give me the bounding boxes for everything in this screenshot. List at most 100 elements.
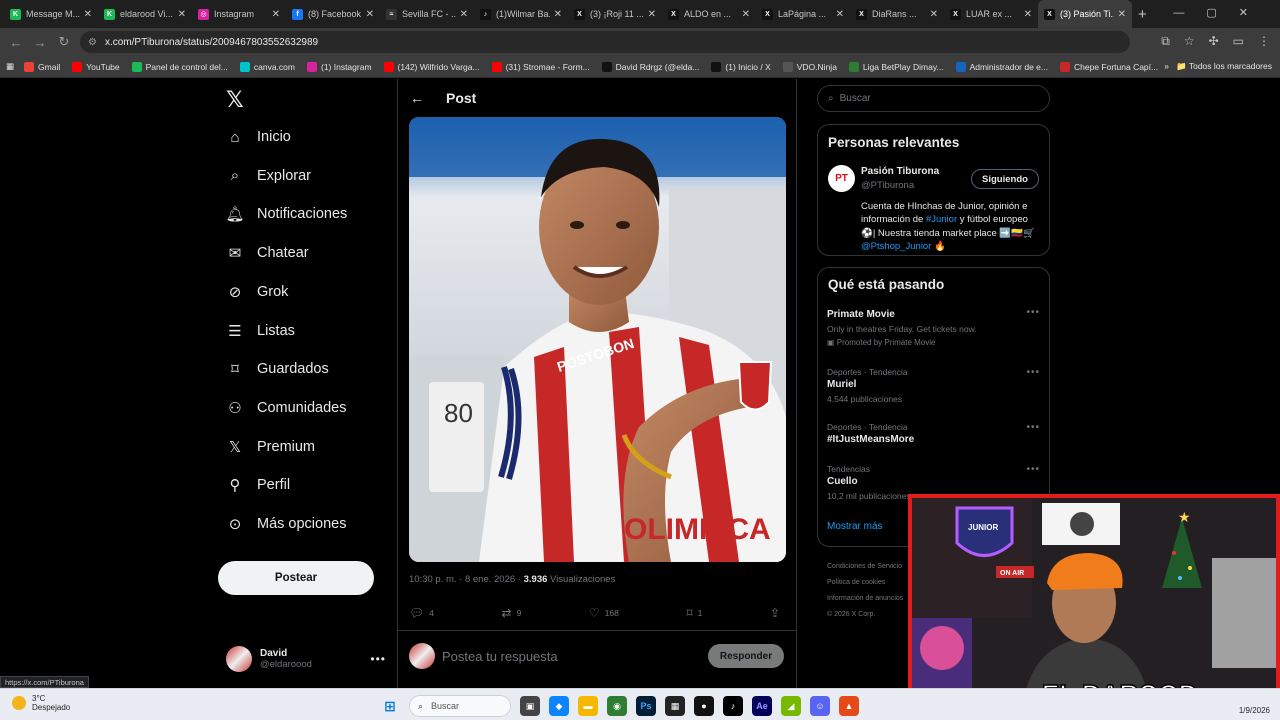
browser-tab[interactable]: ◎ Instagram ✕	[192, 0, 286, 28]
install-icon[interactable]: ⧉	[1161, 34, 1170, 49]
mention-link[interactable]: @Ptshop_Junior	[861, 241, 931, 252]
trend-item[interactable]: Deportes · Tendencia Muriel 4.544 publicac…	[827, 367, 1040, 404]
browser-tab[interactable]: X (3) Pasión Ti... ✕	[1038, 0, 1132, 28]
reload-icon[interactable]: ↻	[52, 34, 76, 50]
nav-item-notificaciones[interactable]: 🔔︎ Notificaciones	[225, 205, 347, 223]
nav-item-premium[interactable]: 𝕏 Premium	[226, 438, 315, 456]
weather-widget[interactable]: 3°C Despejado	[12, 694, 70, 712]
browser-tab[interactable]: X LaPágina ... ✕	[756, 0, 850, 28]
close-icon[interactable]: ✕	[1024, 9, 1032, 20]
after-effects-icon[interactable]: Ae	[752, 696, 772, 716]
apps-icon[interactable]: ▦	[6, 61, 14, 72]
nav-item-explorar[interactable]: ⌕ Explorar	[226, 167, 311, 185]
trend-item[interactable]: Primate Movie Only in theatres Friday. Ge…	[827, 307, 1040, 347]
browser-tab[interactable]: ♪ (1)Wilmar Ba... ✕	[474, 0, 568, 28]
post-image[interactable]: 80 OLIMPICA POSTOBON	[409, 117, 786, 562]
account-switcher[interactable]: David @eldaroood •••	[226, 644, 386, 674]
tiktok-icon[interactable]: ♪	[723, 696, 743, 716]
close-icon[interactable]: ✕	[460, 9, 468, 20]
hashtag-link[interactable]: #Junior	[926, 214, 957, 225]
star-icon[interactable]: ☆	[1184, 34, 1195, 49]
x-logo-icon[interactable]: 𝕏	[226, 87, 244, 113]
browser-tab[interactable]: X LUAR ex ... ✕	[944, 0, 1038, 28]
start-icon[interactable]: ⊞	[380, 696, 400, 716]
copilot-icon[interactable]: ◆	[549, 696, 569, 716]
close-icon[interactable]: ✕	[648, 9, 656, 20]
avatar[interactable]: PT	[828, 165, 855, 192]
more-icon[interactable]: •••	[370, 652, 386, 666]
bookmark-item[interactable]: Liga BetPlay Dimay...	[848, 61, 944, 72]
all-bookmarks[interactable]: » 📁 Todos los marcadores	[1164, 61, 1272, 72]
browser-tab[interactable]: K Message M... ✕	[4, 0, 98, 28]
relevant-name[interactable]: Pasión Tiburona	[861, 166, 939, 177]
bookmark-item[interactable]: (142) Wilfrido Varga...	[383, 61, 480, 72]
nav-item-chatear[interactable]: ✉ Chatear	[226, 244, 309, 262]
close-icon[interactable]: ✕	[366, 9, 374, 20]
close-icon[interactable]: ✕	[742, 9, 750, 20]
bookmark-item[interactable]: Chepe Fortuna Capí...	[1060, 61, 1158, 72]
nvidia-icon[interactable]: ◢	[781, 696, 801, 716]
sidepanel-icon[interactable]: ▭	[1233, 34, 1244, 49]
close-icon[interactable]: ✕	[84, 9, 92, 20]
close-icon[interactable]: ✕	[1118, 9, 1126, 20]
close-icon[interactable]: ✕	[178, 9, 186, 20]
forward-icon[interactable]: →	[28, 35, 52, 50]
more-icon[interactable]: •••	[1026, 367, 1040, 378]
brave-icon[interactable]: ▲	[839, 696, 859, 716]
browser-tab[interactable]: ≈ Sevilla FC - ... ✕	[380, 0, 474, 28]
show-more-link[interactable]: Mostrar más	[827, 521, 883, 532]
following-button[interactable]: Siguiendo	[971, 169, 1039, 189]
search-input[interactable]: ⌕ Buscar	[817, 85, 1050, 112]
repost-button[interactable]: ⇄ 9	[502, 606, 522, 620]
photoshop-icon[interactable]: Ps	[636, 696, 656, 716]
back-icon[interactable]: ←	[4, 35, 28, 50]
footer-link[interactable]: Condiciones de Servicio	[827, 559, 903, 575]
obs-icon[interactable]: ●	[694, 696, 714, 716]
footer-link[interactable]: Información de anuncios	[827, 591, 903, 607]
bookmark-item[interactable]: (1) Inicio / X	[711, 61, 771, 72]
close-icon[interactable]: ✕	[836, 9, 844, 20]
bookmark-item[interactable]: (31) Stromae - Form...	[491, 61, 590, 72]
file-explorer-icon[interactable]: ▬	[578, 696, 598, 716]
discord-icon[interactable]: ☺	[810, 696, 830, 716]
bookmark-button[interactable]: ⌑ 1	[686, 606, 702, 620]
bookmark-item[interactable]: David Rdrgz (@elda...	[601, 61, 699, 72]
browser-tab[interactable]: X ALDO en ... ✕	[662, 0, 756, 28]
chrome-icon[interactable]: ◉	[607, 696, 627, 716]
menu-icon[interactable]: ⋮	[1258, 34, 1270, 49]
bookmark-item[interactable]: Gmail	[24, 61, 60, 72]
close-icon[interactable]: ✕	[554, 9, 562, 20]
browser-tab[interactable]: f (8) Facebook ✕	[286, 0, 380, 28]
reply-input[interactable]: Postea tu respuesta	[442, 649, 558, 664]
site-info-icon[interactable]: ⚙	[88, 37, 97, 48]
nav-item-grok[interactable]: ⊘ Grok	[226, 283, 289, 301]
browser-tab[interactable]: X (3) ¡Roji 11 ... ✕	[568, 0, 662, 28]
back-arrow-icon[interactable]: ←	[410, 90, 424, 106]
bookmark-item[interactable]: Administrador de e...	[955, 61, 1048, 72]
url-input[interactable]: ⚙ x.com/PTiburona/status/200946780355263…	[80, 31, 1130, 53]
footer-link[interactable]: © 2026 X Corp.	[827, 607, 903, 623]
like-button[interactable]: ♡ 168	[589, 606, 619, 620]
nav-item-perfil[interactable]: ⚲ Perfil	[226, 476, 291, 494]
calculator-icon[interactable]: ▦	[665, 696, 685, 716]
taskbar-search[interactable]: ⌕ Buscar	[409, 695, 511, 717]
browser-tab[interactable]: X DiaRans ... ✕	[850, 0, 944, 28]
task-view-icon[interactable]: ▣	[520, 696, 540, 716]
window-controls[interactable]: —▢✕	[1173, 6, 1270, 19]
close-icon[interactable]: ✕	[272, 9, 280, 20]
more-icon[interactable]: •••	[1026, 307, 1040, 318]
nav-item-guardados[interactable]: ⌑ Guardados	[226, 360, 329, 378]
bookmark-item[interactable]: VDO.Ninja	[782, 61, 837, 72]
nav-item-listas[interactable]: ☰ Listas	[226, 322, 295, 340]
footer-link[interactable]: Política de cookies	[827, 575, 903, 591]
share-button[interactable]: ⇪	[770, 606, 785, 620]
reply-button[interactable]: 💬︎ 4	[409, 606, 434, 620]
close-icon[interactable]: ✕	[930, 9, 938, 20]
browser-tab[interactable]: Keldarood Vi... ✕	[98, 0, 192, 28]
nav-item-mas-opciones[interactable]: ⊙ Más opciones	[226, 515, 347, 533]
reply-submit-button[interactable]: Responder	[708, 644, 784, 668]
new-tab-icon[interactable]: +	[1138, 6, 1147, 23]
extensions-icon[interactable]: ✣	[1209, 34, 1219, 49]
nav-item-inicio[interactable]: ⌂ Inicio	[226, 128, 290, 146]
bookmark-item[interactable]: YouTube	[72, 61, 120, 72]
